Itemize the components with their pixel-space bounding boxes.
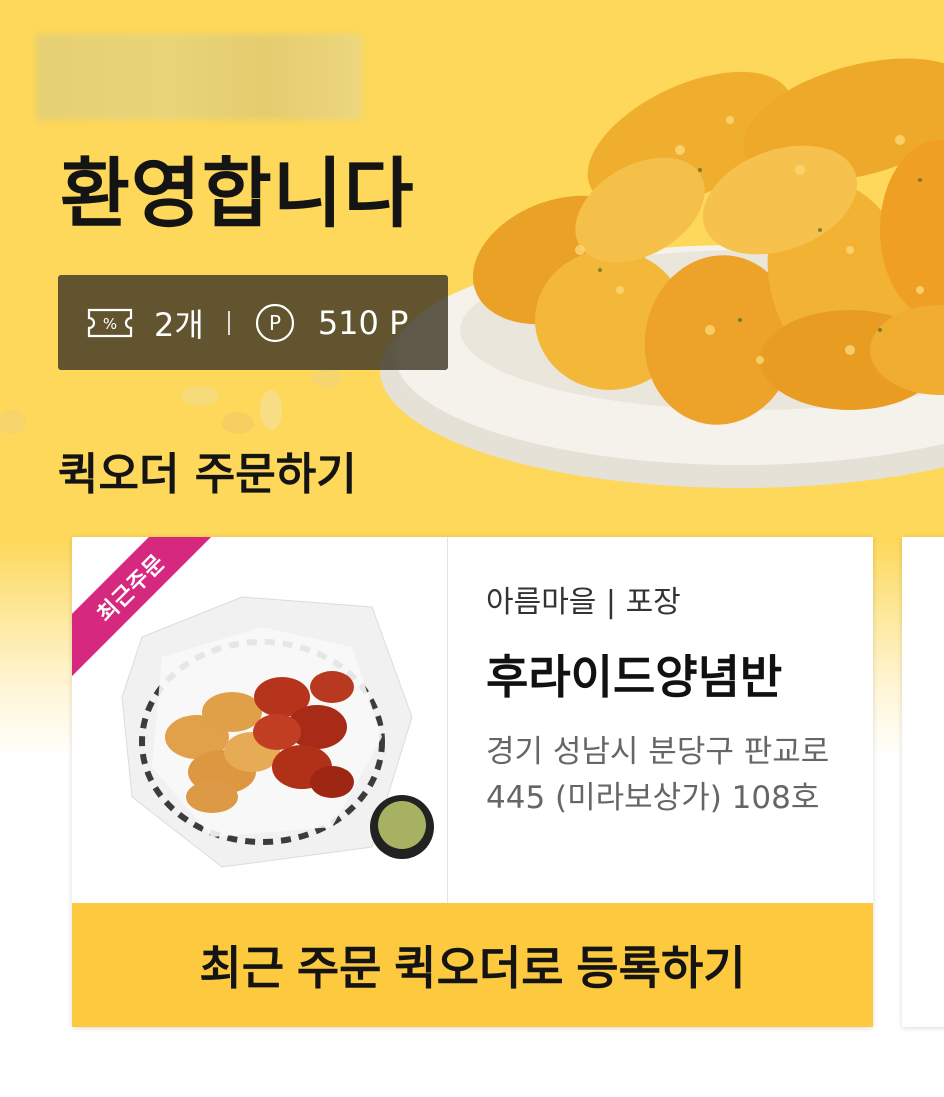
svg-text:P: P xyxy=(269,311,281,335)
quick-order-title: 퀵오더 주문하기 xyxy=(58,449,357,500)
recent-order-image: 최근주문 xyxy=(72,537,448,903)
order-info: 아름마을 | 포장 후라이드양념반 경기 성남시 분당구 판교로 445 (미라… xyxy=(486,577,856,821)
corn-kernel-image xyxy=(181,386,219,406)
register-quick-order-button[interactable]: 최근 주문 퀵오더로 등록하기 xyxy=(72,903,873,1027)
chicken-plate-image xyxy=(380,58,944,488)
divider xyxy=(227,310,230,335)
store-and-type: 아름마을 | 포장 xyxy=(486,585,681,620)
coupon-count: 2개 xyxy=(154,305,204,344)
chicken-basket-image xyxy=(121,596,434,868)
coupon-point-summary[interactable]: % 2개 P 510 P xyxy=(58,275,448,370)
recent-order-card[interactable]: 최근주문 아름마을 | 포장 후라이드양념반 경기 성남시 분당구 판교로 44… xyxy=(72,537,873,1027)
point-value: 510 P xyxy=(317,303,409,342)
svg-text:%: % xyxy=(103,315,117,333)
next-card-peek[interactable] xyxy=(902,537,944,1027)
corn-kernel-image xyxy=(222,412,254,434)
point-icon: P xyxy=(255,303,294,342)
blurred-username xyxy=(36,34,362,120)
menu-name: 후라이드양념반 xyxy=(486,650,783,704)
corn-kernel-image xyxy=(260,390,282,430)
store-address: 경기 성남시 분당구 판교로 445 (미라보상가) 108호 xyxy=(486,734,830,816)
welcome-title: 환영합니다 xyxy=(60,149,415,238)
coupon-icon: % xyxy=(87,308,133,337)
corn-kernel-image xyxy=(0,410,26,434)
